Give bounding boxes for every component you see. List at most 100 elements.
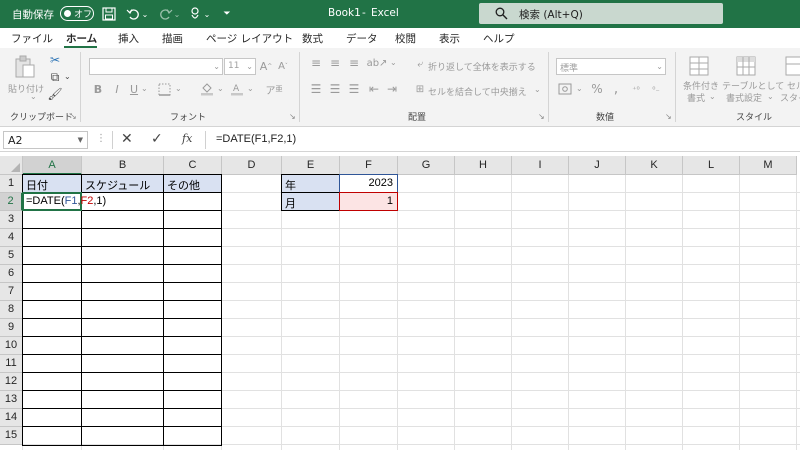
- formula-input[interactable]: =DATE(F1,F2,1): [216, 133, 296, 145]
- row-header-5[interactable]: 5: [0, 247, 23, 265]
- column-header-i[interactable]: I: [512, 156, 569, 175]
- row-header-11[interactable]: 11: [0, 355, 23, 373]
- fill-dropdown-icon[interactable]: ⌄: [217, 84, 224, 93]
- copy-dropdown-icon[interactable]: ⌄: [64, 72, 71, 81]
- underline-dropdown-icon[interactable]: ⌄: [141, 84, 148, 93]
- font-color-icon[interactable]: A: [229, 81, 245, 97]
- tab-formulas[interactable]: 数式: [302, 31, 323, 46]
- column-header-l[interactable]: L: [683, 156, 740, 175]
- align-left-icon[interactable]: ☰: [309, 82, 323, 96]
- align-middle-icon[interactable]: ≡: [328, 56, 342, 70]
- cell-f2[interactable]: 1: [340, 195, 393, 207]
- format-painter-icon[interactable]: 🖌: [47, 87, 62, 101]
- column-header-d[interactable]: D: [222, 156, 282, 175]
- increase-font-icon[interactable]: A ^: [259, 58, 273, 74]
- decrease-decimal-icon[interactable]: ⁰₋: [648, 81, 664, 97]
- tab-help[interactable]: ヘルプ: [483, 31, 515, 46]
- number-launcher-icon[interactable]: ↘: [665, 112, 672, 121]
- formula-bar-grip-icon[interactable]: ⋮: [96, 133, 106, 144]
- row-header-3[interactable]: 3: [0, 211, 23, 229]
- number-format-combo[interactable]: 標準 ⌄: [556, 58, 666, 75]
- italic-icon[interactable]: I: [111, 82, 123, 96]
- cell-a1[interactable]: 日付: [26, 177, 48, 193]
- accounting-dropdown-icon[interactable]: ⌄: [576, 84, 583, 93]
- cell-c1[interactable]: その他: [167, 177, 200, 193]
- conditional-format-label-2[interactable]: 書式: [687, 91, 705, 104]
- underline-icon[interactable]: U: [128, 82, 140, 96]
- align-launcher-icon[interactable]: ↘: [538, 112, 545, 121]
- borders-icon[interactable]: [156, 81, 172, 97]
- enter-icon[interactable]: ✓: [151, 131, 163, 147]
- column-header-g[interactable]: G: [398, 156, 455, 175]
- worksheet-grid[interactable]: A B C D E F G H I J K L M 1 2 3 4 5 6 7 8 9 10 11 12 13 14 15 日付 スケジュ…: [0, 156, 800, 450]
- format-as-table-icon[interactable]: [734, 54, 758, 78]
- orientation-icon[interactable]: ab↗: [367, 56, 388, 70]
- conditional-format-icon[interactable]: [687, 54, 711, 78]
- tab-view[interactable]: 表示: [439, 31, 460, 46]
- cell-b1[interactable]: スケジュール: [85, 177, 150, 193]
- autosave-toggle[interactable]: オフ: [60, 6, 94, 21]
- decrease-indent-icon[interactable]: ⇤: [367, 82, 381, 96]
- align-right-icon[interactable]: ☰: [347, 82, 361, 96]
- comma-style-icon[interactable]: ,: [609, 81, 623, 97]
- cell-f1[interactable]: 2023: [340, 177, 393, 189]
- font-name-combo[interactable]: ⌄: [89, 58, 223, 75]
- tab-data[interactable]: データ: [346, 31, 378, 46]
- cell-a2-editor[interactable]: =DATE(F1,F2,1): [26, 195, 106, 207]
- save-icon[interactable]: [100, 5, 118, 23]
- row-header-1[interactable]: 1: [0, 175, 23, 193]
- tab-insert[interactable]: 挿入: [118, 31, 139, 46]
- font-size-combo[interactable]: 11 ⌄: [224, 58, 256, 75]
- row-header-9[interactable]: 9: [0, 319, 23, 337]
- format-as-table-label-2[interactable]: 書式設定: [726, 91, 762, 104]
- paste-dropdown-icon[interactable]: ⌄: [30, 92, 37, 101]
- column-header-j[interactable]: J: [569, 156, 626, 175]
- row-header-14[interactable]: 14: [0, 409, 23, 427]
- row-header-13[interactable]: 13: [0, 391, 23, 409]
- font-color-dropdown-icon[interactable]: ⌄: [247, 84, 254, 93]
- row-header-6[interactable]: 6: [0, 265, 23, 283]
- copy-icon[interactable]: ⧉: [48, 70, 62, 84]
- align-top-icon[interactable]: ≡: [309, 56, 323, 70]
- column-header-b[interactable]: B: [82, 156, 164, 175]
- tab-review[interactable]: 校閲: [395, 31, 416, 46]
- merge-center-icon[interactable]: ⊞: [414, 83, 426, 95]
- bold-icon[interactable]: B: [92, 82, 104, 96]
- format-as-table-dropdown-icon[interactable]: ⌄: [767, 92, 774, 101]
- cell-styles-icon[interactable]: [784, 54, 800, 78]
- wrap-text-icon[interactable]: ⤶: [414, 58, 426, 70]
- accounting-format-icon[interactable]: [557, 81, 573, 97]
- row-header-15[interactable]: 15: [0, 427, 23, 445]
- phonetic-icon[interactable]: ア亜: [262, 81, 286, 97]
- row-header-2[interactable]: 2: [0, 193, 23, 211]
- borders-dropdown-icon[interactable]: ⌄: [175, 84, 182, 93]
- column-header-e[interactable]: E: [282, 156, 340, 175]
- cell-e1[interactable]: 年: [285, 177, 296, 193]
- name-box[interactable]: A2 ▼: [3, 131, 88, 149]
- paste-icon[interactable]: [12, 54, 38, 80]
- cut-icon[interactable]: ✂: [48, 53, 62, 67]
- column-header-k[interactable]: K: [626, 156, 683, 175]
- quick-dropdown-icon[interactable]: ⌄: [202, 5, 212, 23]
- search-box[interactable]: 検索 (Alt+Q): [479, 3, 723, 24]
- decrease-font-icon[interactable]: Aˇ: [276, 58, 290, 74]
- undo-dropdown-icon[interactable]: ⌄: [140, 5, 150, 23]
- row-header-12[interactable]: 12: [0, 373, 23, 391]
- merge-center-label[interactable]: セルを結合して中央揃え: [428, 85, 527, 98]
- cell-e2[interactable]: 月: [285, 195, 296, 211]
- align-center-icon[interactable]: ☰: [328, 82, 342, 96]
- column-header-f[interactable]: F: [340, 156, 398, 175]
- select-all-button[interactable]: [0, 156, 23, 175]
- align-bottom-icon[interactable]: ≡: [347, 56, 361, 70]
- percent-icon[interactable]: %: [590, 81, 604, 97]
- redo-dropdown-icon[interactable]: ⌄: [172, 5, 182, 23]
- cell-styles-label-2[interactable]: スタイ: [780, 91, 800, 104]
- tab-draw[interactable]: 描画: [162, 31, 183, 46]
- row-header-8[interactable]: 8: [0, 301, 23, 319]
- fill-color-icon[interactable]: [199, 81, 215, 97]
- row-header-4[interactable]: 4: [0, 229, 23, 247]
- font-launcher-icon[interactable]: ↘: [289, 112, 296, 121]
- cancel-icon[interactable]: ✕: [121, 131, 133, 147]
- conditional-format-dropdown-icon[interactable]: ⌄: [709, 92, 716, 101]
- paste-label[interactable]: 貼り付け: [8, 82, 44, 95]
